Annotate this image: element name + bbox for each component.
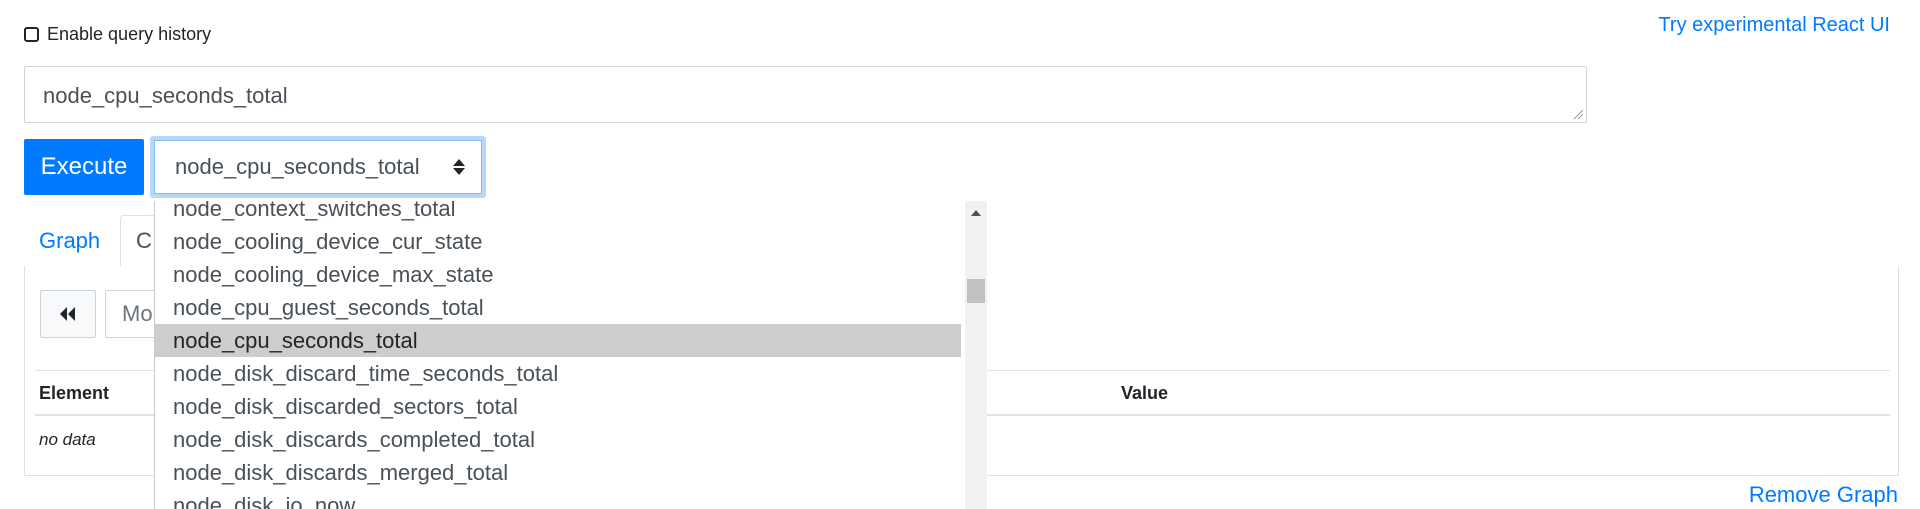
dropdown-option[interactable]: node_disk_discards_completed_total	[155, 423, 961, 456]
tab-graph[interactable]: Graph	[24, 215, 115, 267]
empty-message: no data	[39, 430, 96, 449]
expression-input[interactable]: node_cpu_seconds_total	[24, 66, 1587, 123]
dropdown-option[interactable]: node_cpu_seconds_total	[155, 324, 961, 357]
execute-button[interactable]: Execute	[24, 139, 144, 195]
dropdown-option[interactable]: node_disk_discards_merged_total	[155, 456, 961, 489]
resize-handle-icon[interactable]	[1572, 108, 1584, 120]
metric-select-value: node_cpu_seconds_total	[175, 154, 420, 179]
select-arrows-icon	[453, 159, 465, 175]
metric-dropdown-list[interactable]: node_context_switches_total node_cooling_…	[154, 201, 987, 509]
remove-graph-link[interactable]: Remove Graph	[1749, 482, 1898, 508]
column-header-element: Element	[39, 383, 110, 403]
dropdown-scrollbar[interactable]	[965, 201, 987, 509]
moment-placeholder: Mo	[122, 301, 153, 326]
query-history-toggle[interactable]: Enable query history	[24, 24, 211, 45]
react-ui-link[interactable]: Try experimental React UI	[1658, 14, 1890, 37]
dropdown-option[interactable]: node_context_switches_total	[155, 201, 961, 225]
prev-time-button[interactable]	[40, 290, 96, 338]
double-chevron-left-icon	[60, 307, 75, 321]
scroll-up-icon[interactable]	[971, 210, 981, 216]
dropdown-option[interactable]: node_disk_discarded_sectors_total	[155, 390, 961, 423]
query-history-label: Enable query history	[47, 24, 212, 44]
dropdown-option[interactable]: node_disk_discard_time_seconds_total	[155, 357, 961, 390]
dropdown-option[interactable]: node_disk_io_now	[155, 489, 961, 509]
expression-value: node_cpu_seconds_total	[43, 83, 288, 108]
query-history-checkbox[interactable]	[24, 27, 39, 42]
metric-select[interactable]: node_cpu_seconds_total	[150, 136, 486, 198]
dropdown-option[interactable]: node_cooling_device_max_state	[155, 258, 961, 291]
scrollbar-thumb[interactable]	[967, 279, 985, 303]
dropdown-option[interactable]: node_cpu_guest_seconds_total	[155, 291, 961, 324]
column-header-value: Value	[1121, 383, 1169, 403]
dropdown-option[interactable]: node_cooling_device_cur_state	[155, 225, 961, 258]
dropdown-options: node_context_switches_total node_cooling_…	[155, 201, 961, 509]
